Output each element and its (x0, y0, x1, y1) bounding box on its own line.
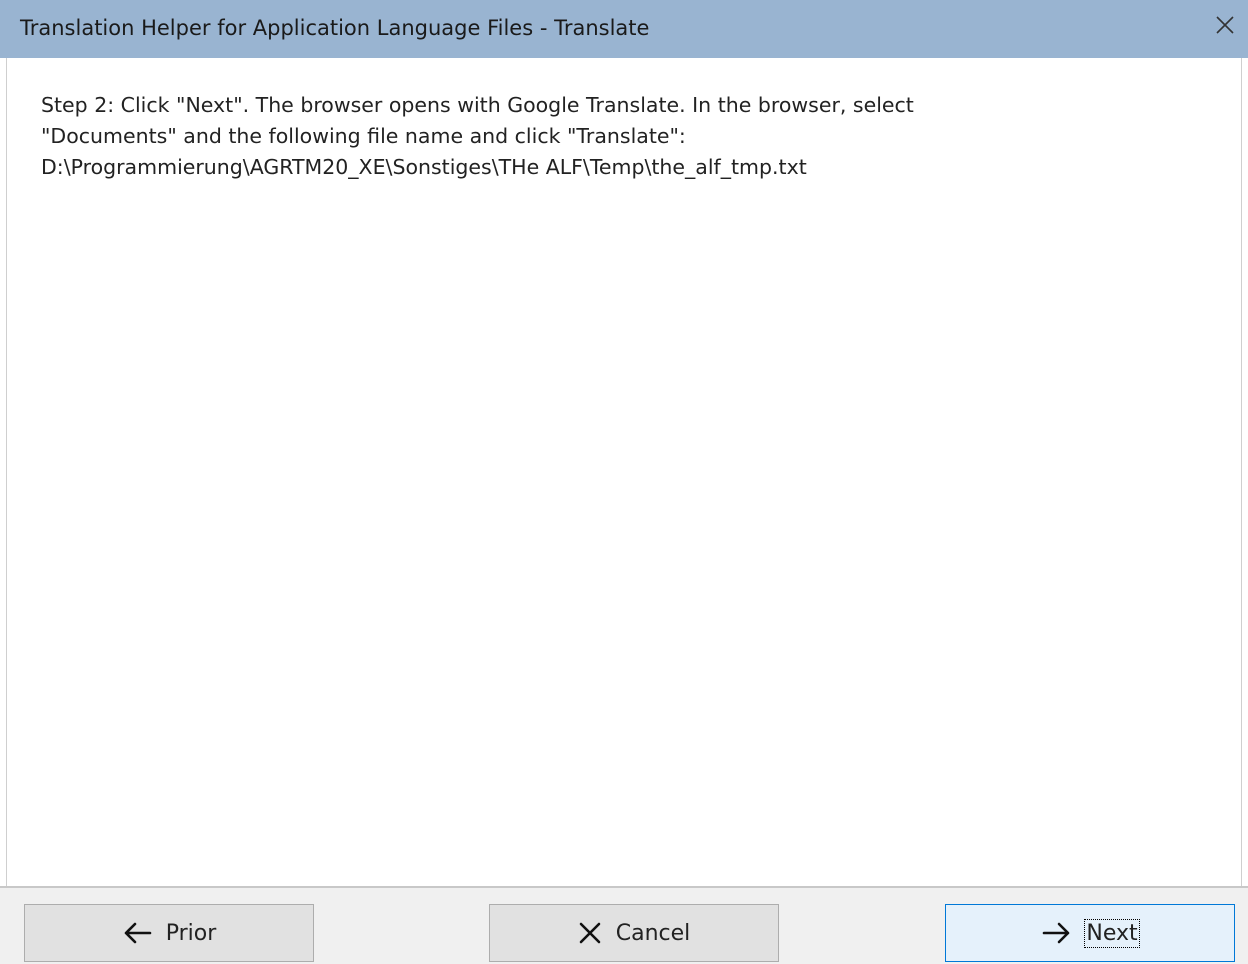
title-bar[interactable]: Translation Helper for Application Langu… (0, 0, 1248, 58)
arrow-left-icon (122, 922, 152, 944)
prior-button[interactable]: Prior (24, 904, 314, 962)
next-button-label: Next (1084, 918, 1140, 948)
arrow-right-icon (1042, 922, 1072, 944)
window-title: Translation Helper for Application Langu… (20, 16, 650, 40)
x-icon (578, 921, 602, 945)
button-bar: Prior Cancel Next (0, 886, 1248, 964)
instruction-text: Step 2: Click "Next". The browser opens … (41, 93, 914, 179)
close-button[interactable] (1202, 0, 1248, 50)
close-icon (1215, 15, 1235, 35)
next-button[interactable]: Next (945, 904, 1235, 962)
cancel-button-label: Cancel (615, 920, 691, 946)
dialog-window: Translation Helper for Application Langu… (0, 0, 1248, 964)
cancel-button[interactable]: Cancel (489, 904, 779, 962)
prior-button-label: Prior (165, 920, 217, 946)
instruction-panel: Step 2: Click "Next". The browser opens … (6, 58, 1242, 886)
